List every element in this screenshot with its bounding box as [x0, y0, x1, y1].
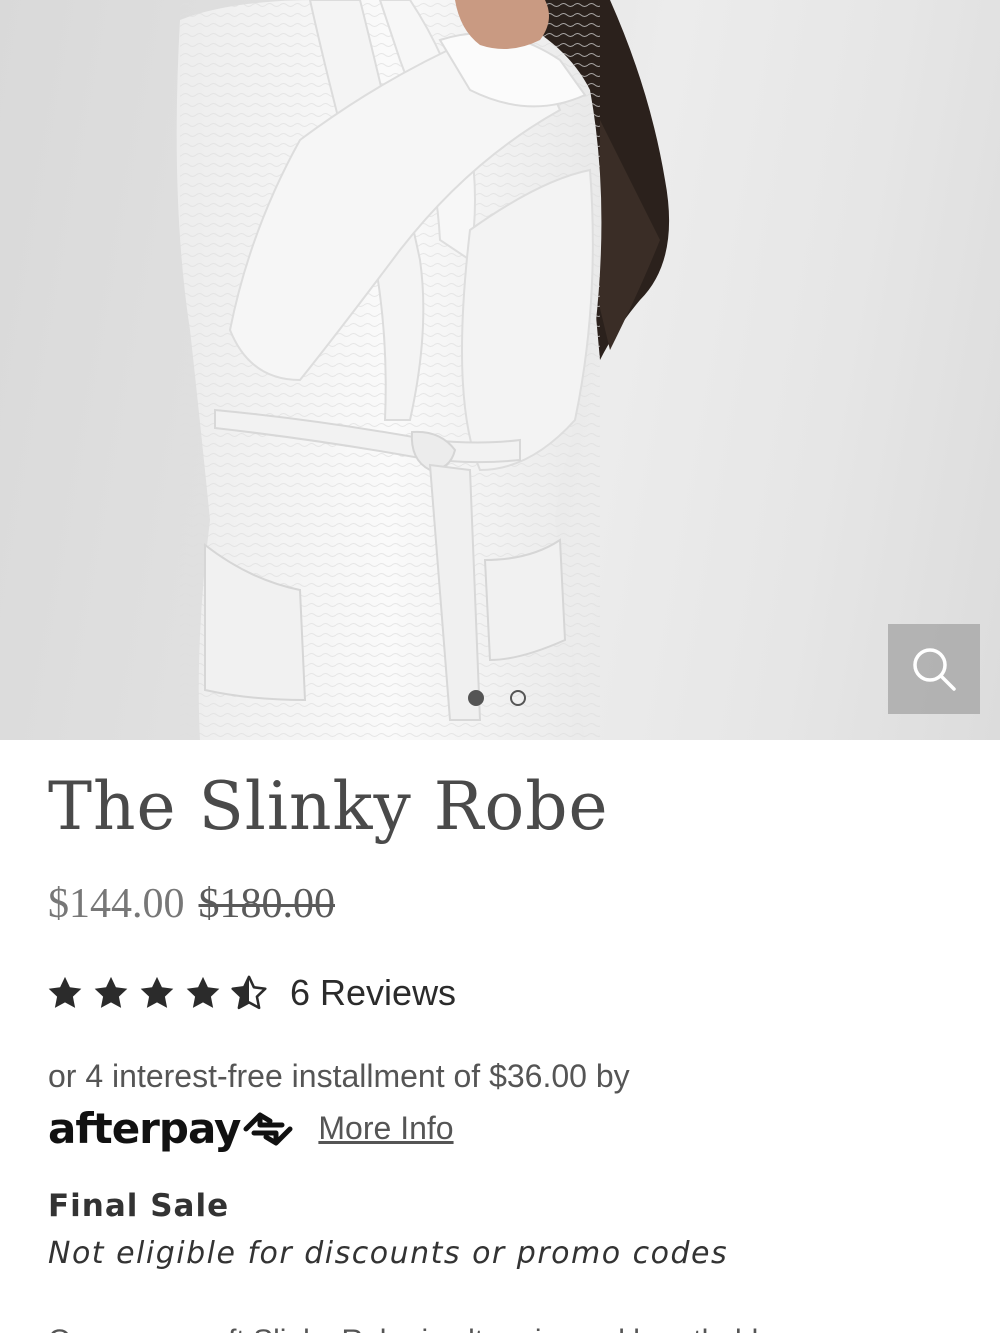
- rating-row[interactable]: 6 Reviews: [46, 972, 456, 1014]
- more-info-link[interactable]: More Info: [318, 1110, 453, 1147]
- gallery-dot-2[interactable]: [510, 690, 526, 706]
- afterpay-logo: afterpay: [48, 1104, 296, 1153]
- afterpay-arrows-icon: [243, 1112, 293, 1145]
- final-sale-detail: Not eligible for discounts or promo code…: [48, 1236, 729, 1271]
- final-sale-heading: Final Sale: [48, 1188, 230, 1224]
- zoom-button[interactable]: [888, 624, 980, 714]
- reviews-link[interactable]: 6 Reviews: [290, 972, 456, 1014]
- star-rating: [46, 974, 268, 1012]
- star-full-icon: [48, 976, 82, 1008]
- gallery-dot-1[interactable]: [468, 690, 484, 706]
- installment-text: or 4 interest-free installment of $36.00…: [48, 1058, 630, 1094]
- sale-price: $144.00: [48, 881, 185, 927]
- star-half-icon: [231, 975, 267, 1010]
- afterpay-row: afterpay More Info: [48, 1104, 454, 1153]
- product-title: The Slinky Robe: [48, 768, 609, 845]
- afterpay-wordmark: afterpay: [48, 1104, 241, 1153]
- original-price: $180.00: [198, 881, 336, 927]
- product-image-gallery[interactable]: [0, 0, 1000, 740]
- price-row: $144.00 $180.00: [48, 880, 335, 928]
- product-description-cutoff: Our gauzy-soft Slinky Robe is ultra airy…: [48, 1322, 908, 1333]
- product-photo: [176, 0, 670, 740]
- star-full-icon: [186, 976, 220, 1008]
- description-text: Our gauzy-soft Slinky Robe is ultra airy…: [48, 1324, 775, 1333]
- gallery-pagination: [468, 690, 526, 706]
- star-full-icon: [94, 976, 128, 1008]
- star-full-icon: [140, 976, 174, 1008]
- search-icon: [913, 648, 956, 691]
